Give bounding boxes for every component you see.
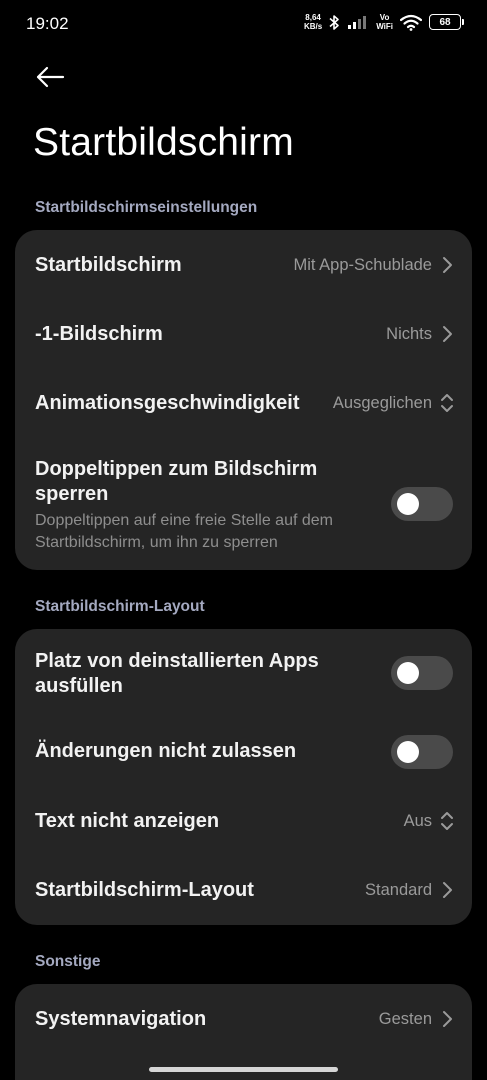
arrow-left-icon [36,66,65,88]
signal-icon [348,16,367,29]
status-icons: 8,64 KB/s Vo WiFi 68 [304,13,464,31]
section-label-home-settings: Startbildschirmseinstellungen [35,199,258,216]
chevron-right-icon [443,257,452,273]
row-startbildschirm[interactable]: Startbildschirm Mit App-Schublade [15,230,472,300]
toggle-knob [397,741,419,763]
chevron-right-icon [443,882,452,898]
wifi-icon [400,14,422,31]
row-label-line2: ausfüllen [35,675,123,697]
row-description-line2: Startbildschirm, um ihn zu sperren [35,534,278,551]
row-value: Standard [365,881,432,899]
toggle-knob [397,662,419,684]
row-value: Mit App-Schublade [293,256,432,274]
network-speed-unit: KB/s [303,22,323,31]
row-layout[interactable]: Startbildschirm-Layout Standard [15,857,472,925]
battery-icon: 68 [429,14,464,30]
vowifi-vo: Vo [379,13,390,22]
row-animation-speed[interactable]: Animationsgeschwindigkeit Ausgeglichen [15,370,472,440]
vowifi-wifi: WiFi [376,22,393,31]
row-label-line1: Doppeltippen zum Bildschirm [35,458,318,480]
row-label: Änderungen nicht zulassen [35,740,297,762]
row-label-line2: sperren [35,483,109,505]
status-time: 19:02 [26,14,69,33]
row-value: Aus [403,812,432,830]
page-title: Startbildschirm [33,121,294,164]
settings-screen: 19:02 8,64 KB/s Vo WiFi 68 Startbildschi… [0,0,487,1080]
double-tap-lock-toggle[interactable] [391,487,453,521]
chevron-right-icon [443,326,452,342]
row-label: Text nicht anzeigen [35,810,220,832]
card-home-settings: Startbildschirm Mit App-Schublade -1-Bil… [15,230,472,570]
row-fill-gaps[interactable]: Platz von deinstallierten Apps ausfüllen [15,629,472,717]
section-label-other: Sonstige [35,953,101,970]
vowifi-indicator: Vo WiFi [376,13,393,31]
lock-layout-toggle[interactable] [391,735,453,769]
row-label: Startbildschirm [35,254,182,276]
bluetooth-icon [329,14,339,30]
toggle-knob [397,493,419,515]
row-label: Systemnavigation [35,1008,207,1030]
row-double-tap-lock[interactable]: Doppeltippen zum Bildschirm sperren Dopp… [15,440,472,570]
section-label-layout: Startbildschirm-Layout [35,598,205,615]
row-label: Animationsgeschwindigkeit [35,392,300,414]
battery-level: 68 [439,16,451,28]
row-minus-one-screen[interactable]: -1-Bildschirm Nichts [15,300,472,370]
network-speed-value: 8,64 [305,13,321,22]
chevron-up-down-icon [441,394,453,412]
back-button[interactable] [30,60,70,94]
network-speed: 8,64 KB/s [304,13,322,31]
row-system-navigation[interactable]: Systemnavigation Gesten [15,984,472,1054]
row-value: Gesten [378,1010,432,1028]
fill-gaps-toggle[interactable] [391,656,453,690]
home-indicator[interactable] [149,1067,338,1072]
card-other: Systemnavigation Gesten [15,984,472,1080]
status-bar: 19:02 8,64 KB/s Vo WiFi 68 [0,0,487,48]
row-lock-layout[interactable]: Änderungen nicht zulassen [15,717,472,787]
row-label-line1: Platz von deinstallierten Apps [35,650,319,672]
row-value: Ausgeglichen [332,394,432,412]
row-description-line1: Doppeltippen auf eine freie Stelle auf d… [35,512,333,529]
row-label: Startbildschirm-Layout [35,879,254,901]
row-value: Nichts [386,325,432,343]
chevron-right-icon [443,1011,452,1027]
card-layout: Platz von deinstallierten Apps ausfüllen… [15,629,472,925]
chevron-up-down-icon [441,812,453,830]
row-hide-text[interactable]: Text nicht anzeigen Aus [15,787,472,857]
row-label: -1-Bildschirm [35,323,163,345]
